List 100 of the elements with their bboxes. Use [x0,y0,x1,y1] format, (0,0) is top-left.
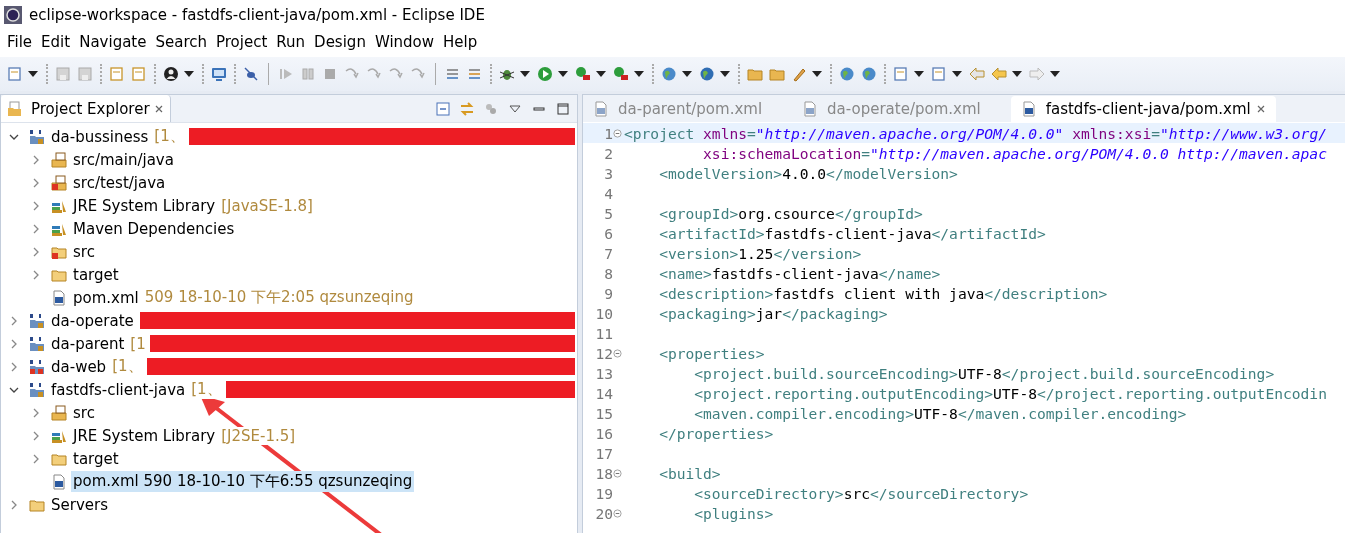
xml-file-icon [593,101,609,117]
collapsed-chevron-icon[interactable] [31,177,41,188]
fold-icon[interactable] [613,348,622,358]
document-icon[interactable] [931,66,947,82]
collapse-all-icon[interactable] [435,100,451,117]
collapsed-chevron-icon[interactable] [31,154,41,165]
line-number: 20 [594,504,613,522]
lines-icon[interactable] [467,66,483,82]
line-number: 13 [594,364,613,382]
caret-icon[interactable] [1050,71,1060,77]
fold-icon[interactable] [613,508,622,518]
caret-icon[interactable] [812,71,822,77]
menu-item[interactable]: Window [374,33,442,51]
tree-item-decoration: 509 18-10-10 下午2:05 qzsunzeqing [144,288,414,307]
folder-icon[interactable] [747,66,763,82]
line-number: 6 [603,224,613,242]
globe-icon[interactable] [699,66,715,82]
lines-icon[interactable] [445,66,461,82]
code-line: <description>fastdfs client with java</description> [658,284,1108,302]
menu-item[interactable]: Project [216,33,275,51]
tree-item[interactable]: pom.xml 590 18-10-10 下午6:55 qzsunzeqing [71,471,415,492]
globe-icon[interactable] [861,66,877,82]
line-number: 15 [594,404,613,422]
line-number: 11 [594,324,613,342]
run-icon[interactable] [575,66,591,82]
code-line: <artifactId>fastdfs-client-java</artifactId> [658,224,1046,242]
menu-item[interactable]: Help [443,33,485,51]
document-icon[interactable] [131,66,147,82]
collapsed-chevron-icon[interactable] [31,246,41,257]
collapsed-chevron-icon[interactable] [31,223,41,234]
fold-icon[interactable] [613,128,622,138]
document-icon[interactable] [893,66,909,82]
menu-item[interactable]: Design [314,33,373,51]
link-arrows-icon[interactable] [459,100,475,117]
code-line: <sourceDirectory>src</sourceDirectory> [693,484,1029,502]
monitor-icon[interactable] [211,66,227,82]
caret-icon[interactable] [558,71,568,77]
caret-icon[interactable] [634,71,644,77]
project-icon [29,381,45,398]
package-folder-error-icon [51,174,67,191]
close-icon[interactable] [153,103,164,114]
collapsed-chevron-icon[interactable] [31,453,41,464]
stop-icon[interactable] [322,66,338,82]
view-tab[interactable]: Project Explorer [1,95,171,122]
line-number: 14 [594,384,613,402]
folder-icon[interactable] [769,66,785,82]
pen-icon[interactable] [791,66,807,82]
menu-item[interactable]: Edit [41,33,78,51]
caret-icon[interactable] [682,71,692,77]
person-circle-icon[interactable] [163,66,179,82]
collapsed-chevron-icon[interactable] [31,407,41,418]
collapsed-chevron-icon[interactable] [31,200,41,211]
menu-item[interactable]: Search [155,33,214,51]
globe-icon[interactable] [661,66,677,82]
breakpoint-icon[interactable] [243,66,259,82]
code-line: <project.reporting.outputEncoding>UTF-8</project.reporting.outputEncodin [693,384,1327,402]
line-number: 19 [594,484,613,502]
caret-icon[interactable] [596,71,606,77]
code-line: <modelVersion>4.0.0</modelVersion> [658,164,958,182]
line-number: 7 [603,244,613,262]
pause-icon[interactable] [300,66,316,82]
caret-icon[interactable] [1012,71,1022,77]
line-number: 9 [603,284,613,302]
play-circle-icon[interactable] [537,66,553,82]
collapsed-chevron-icon[interactable] [9,338,19,349]
code-line: <groupId>org.csource</groupId> [658,204,923,222]
caret-icon[interactable] [184,71,194,77]
editor-tab[interactable]: fastdfs-client-java/pom.xml [1010,96,1276,122]
line-number: 17 [594,444,613,462]
project-icon [29,128,45,145]
caret-icon[interactable] [520,71,530,77]
menu-item[interactable]: Navigate [79,33,154,51]
collapsed-chevron-icon[interactable] [31,430,41,441]
project-error-icon [29,358,45,375]
line-number: 12 [594,344,613,362]
close-icon[interactable] [1255,104,1266,114]
menu-item[interactable]: Run [276,33,313,51]
fold-icon[interactable] [613,468,622,478]
menu-item[interactable]: File [7,33,40,51]
run-icon[interactable] [613,66,629,82]
tree-item-decoration: [1 [130,334,146,353]
caret-icon[interactable] [28,71,38,77]
caret-icon[interactable] [952,71,962,77]
xml-file-icon [1020,101,1037,117]
collapsed-chevron-icon[interactable] [31,269,41,280]
caret-icon[interactable] [720,71,730,77]
code-line: <project.build.sourceEncoding>UTF-8</project.build.sourceEncoding> [693,364,1275,382]
new-window-icon[interactable] [7,66,23,82]
arrow-left-icon[interactable] [969,66,985,82]
code-line: <properties> [658,344,765,362]
collapsed-chevron-icon[interactable] [9,361,19,372]
project-icon [29,335,45,352]
caret-icon[interactable] [914,71,924,77]
arrow-left-icon[interactable] [991,66,1007,82]
collapsed-chevron-icon[interactable] [9,315,19,326]
document-icon[interactable] [109,66,125,82]
collapsed-chevron-icon[interactable] [9,499,19,510]
code-line: <build> [658,464,721,482]
globe-icon[interactable] [839,66,855,82]
maximize-icon[interactable] [555,100,571,117]
